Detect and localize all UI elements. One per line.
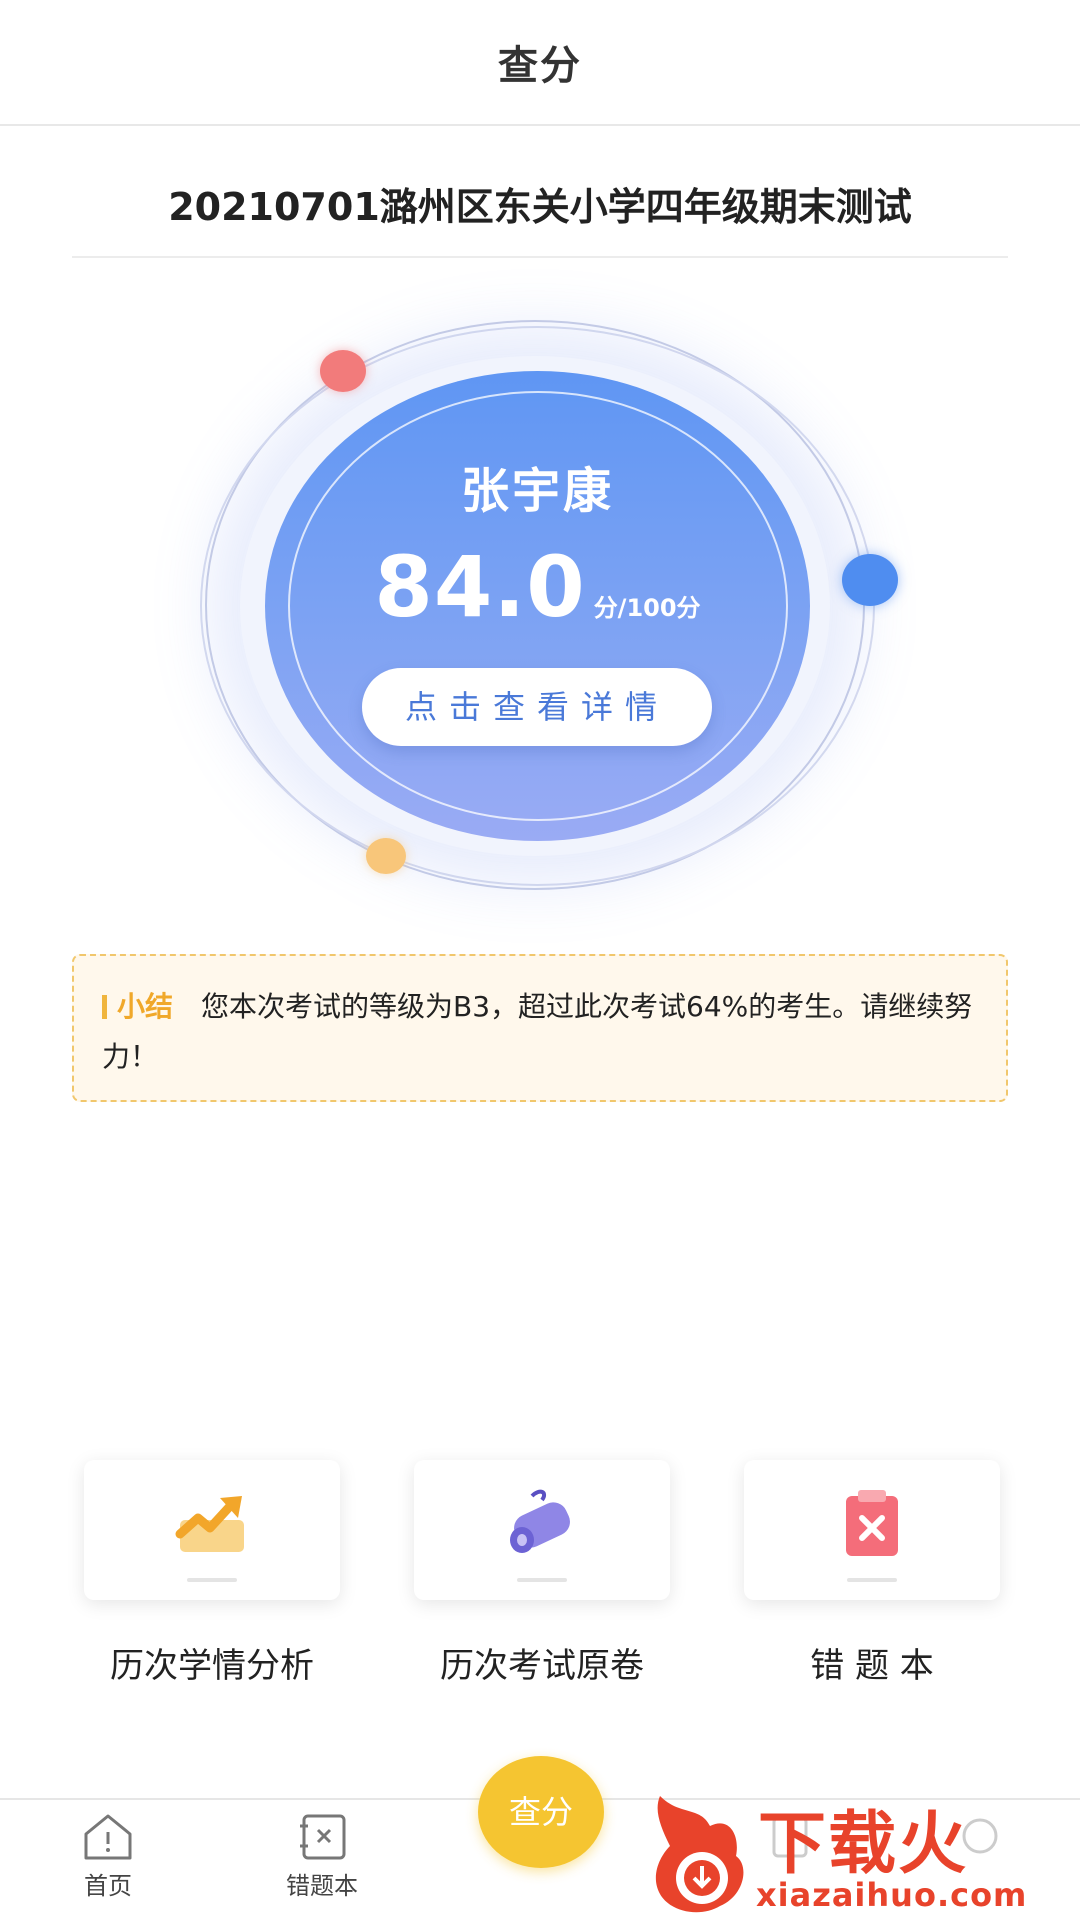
exam-title: 20210701潞州区东关小学四年级期末测试: [72, 170, 1008, 258]
feature-mistake-book[interactable]: 错 题 本: [732, 1460, 1012, 1690]
watermark-logo: 下载火 xiazaihuo.com: [640, 1786, 1080, 1920]
summary-label: 小结: [117, 990, 174, 1023]
orbit-dot-orange: [366, 838, 406, 874]
wrong-clipboard-icon: [846, 1490, 898, 1556]
feature-history-analysis[interactable]: 历次学情分析: [72, 1460, 352, 1690]
score-total: 分/100分: [593, 594, 701, 622]
score-card: 张宇康 84.0 分/100分 点击查看详情: [200, 316, 898, 896]
home-icon: [84, 1814, 132, 1860]
score-line: 84.0 分/100分: [265, 538, 810, 636]
score-button[interactable]: 查分: [478, 1756, 604, 1868]
tab-label: 错题本: [286, 1872, 358, 1900]
top-header: 查分: [0, 0, 1080, 126]
card-underline: [517, 1578, 567, 1582]
tab-label: 首页: [84, 1872, 132, 1900]
feature-label: 历次学情分析: [110, 1646, 314, 1686]
tab-home[interactable]: 首页: [38, 1810, 178, 1920]
watermark-text: 下载火: [758, 1805, 969, 1884]
flame-logo-icon: [655, 1796, 744, 1913]
feature-card[interactable]: [744, 1460, 1000, 1600]
watermark-url: xiazaihuo.com: [756, 1876, 1028, 1914]
score-value: 84.0: [374, 538, 586, 636]
card-underline: [187, 1578, 237, 1582]
mistake-book-icon: [300, 1814, 346, 1860]
summary-box: 小结 您本次考试的等级为B3，超过此次考试64%的考生。请继续努力！: [72, 954, 1008, 1102]
scroll-icon: [510, 1489, 570, 1553]
summary-text: 您本次考试的等级为B3，超过此次考试64%的考生。请继续努力！: [102, 990, 973, 1073]
orbit-dot-red: [320, 350, 366, 392]
feature-history-papers[interactable]: 历次考试原卷: [402, 1460, 682, 1690]
feature-card[interactable]: [84, 1460, 340, 1600]
feature-label: 历次考试原卷: [440, 1646, 644, 1686]
student-name: 张宇康: [460, 463, 614, 519]
feature-grid: 历次学情分析 历次考试原卷 错 题 本: [72, 1460, 1008, 1690]
card-underline: [847, 1578, 897, 1582]
summary-marker: [102, 995, 107, 1019]
trend-chart-icon: [175, 1496, 244, 1552]
page-title: 查分: [498, 43, 582, 89]
feature-card[interactable]: [414, 1460, 670, 1600]
feature-label: 错 题 本: [810, 1646, 934, 1686]
orbit-dot-blue: [842, 554, 898, 606]
view-details-button[interactable]: 点击查看详情: [362, 668, 712, 746]
tab-mistake-book[interactable]: 错题本: [252, 1810, 392, 1920]
